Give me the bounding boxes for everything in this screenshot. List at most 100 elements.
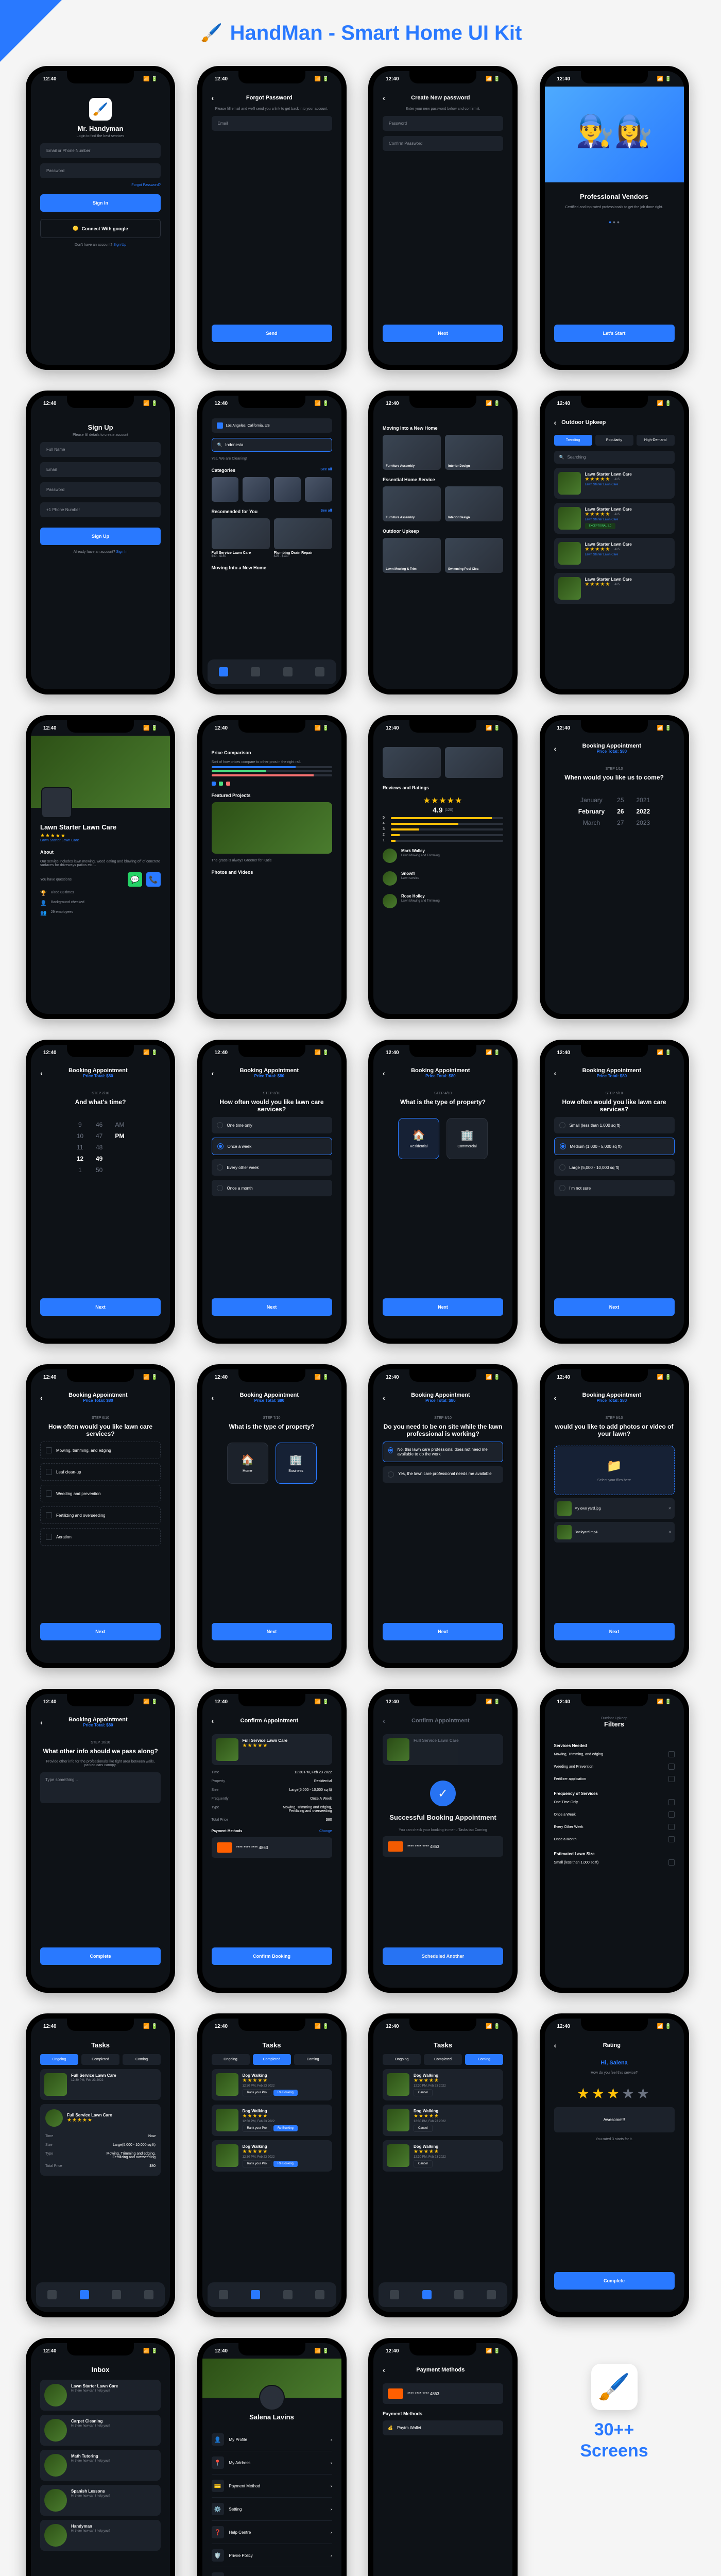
service-tile[interactable]: Furniture Assembly — [383, 435, 441, 470]
task-item[interactable]: Dog Walking★★★★★12:30 PM, Feb 23 2022Ran… — [212, 2069, 332, 2100]
tab-coming[interactable]: Coming — [123, 2054, 161, 2065]
tab-coming[interactable]: Coming — [465, 2054, 503, 2065]
back-button[interactable]: ‹ — [383, 1394, 385, 1402]
option-small[interactable]: Small (less than 1,000 sq ft) — [554, 1117, 675, 1133]
nav-tasks-icon[interactable] — [251, 667, 260, 676]
service-tile[interactable]: Interior Design — [445, 486, 503, 521]
option-medium[interactable]: Medium (1,000 - 5,000 sq ft) — [554, 1138, 675, 1155]
tab-high-demand[interactable]: High-Demand — [637, 435, 675, 446]
next-button[interactable]: Next — [554, 1298, 675, 1316]
signin-link[interactable]: Sign In — [116, 550, 128, 554]
date-picker[interactable]: JanuaryFebruaryMarch 252627 202120222023 — [554, 796, 675, 826]
next-button[interactable]: Next — [212, 1298, 332, 1316]
task-item[interactable]: Dog Walking★★★★★12:30 PM, Feb 23 2022Can… — [383, 2140, 503, 2172]
signup-link[interactable]: Sign Up — [113, 243, 126, 247]
option-yes[interactable]: Yes, the lawn care professional needs me… — [383, 1466, 503, 1483]
option-residential[interactable]: 🏠Residential — [398, 1118, 439, 1159]
search-input[interactable]: 🔍Searching — [554, 451, 675, 464]
nav-profile-icon[interactable] — [144, 2290, 153, 2299]
email-field[interactable]: Email — [40, 462, 161, 477]
provider-item[interactable]: Lawn Starter Lawn Care ★★★★★4.6 Lawn Sta… — [554, 503, 675, 534]
whatsapp-button[interactable]: 💬 — [128, 872, 142, 887]
menu-privacy[interactable]: 🛡️Privire Policy› — [212, 2544, 332, 2567]
upload-dropzone[interactable]: 📁 Select your files here — [554, 1446, 675, 1495]
chat-item[interactable]: Carpet CleaningHi there how can I help y… — [40, 2415, 161, 2446]
password-field[interactable]: Password — [383, 116, 503, 131]
change-link[interactable]: Change — [319, 1829, 332, 1833]
tab-ongoing[interactable]: Ongoing — [40, 2054, 78, 2065]
see-all-link[interactable]: See all — [320, 509, 332, 514]
filter-option[interactable]: Small (less than 1,000 sq ft) — [554, 1856, 675, 1869]
next-button[interactable]: Next — [40, 1298, 161, 1316]
back-button[interactable]: ‹ — [212, 1394, 214, 1402]
provider-item[interactable]: Lawn Starter Lawn Care ★★★★★4.6 — [554, 573, 675, 604]
tab-completed[interactable]: Completed — [253, 2054, 291, 2065]
filter-option[interactable]: One Time Only — [554, 1796, 675, 1808]
tab-popularity[interactable]: Popularity — [595, 435, 633, 446]
service-tile[interactable]: Swimming Pool Clea — [445, 538, 503, 573]
service-tile[interactable]: Furniture Assembly — [383, 486, 441, 521]
task-item[interactable]: Dog Walking★★★★★12:30 PM, Feb 23 2022Ran… — [212, 2140, 332, 2172]
option-no[interactable]: No, this lawn care professional does not… — [383, 1442, 503, 1462]
next-button[interactable]: Next — [383, 1298, 503, 1316]
chat-item[interactable]: Spanish LessonsHi there how can I help y… — [40, 2485, 161, 2516]
task-item[interactable]: Dog Walking★★★★★12:30 PM, Feb 23 2022Ran… — [212, 2105, 332, 2136]
option-aeration[interactable]: Aeration — [40, 1528, 161, 1546]
chat-item[interactable]: HandymanHi there how can I help you? — [40, 2520, 161, 2551]
category-tile[interactable] — [305, 477, 332, 502]
signin-button[interactable]: Sign In — [40, 194, 161, 212]
menu-signout[interactable]: ↪Sign Out› — [212, 2567, 332, 2576]
category-tile[interactable] — [212, 477, 239, 502]
complete-button[interactable]: Complete — [554, 2272, 675, 2290]
back-button[interactable]: ‹ — [40, 1069, 43, 1077]
chat-item[interactable]: Math TutoringHi there how can I help you… — [40, 2450, 161, 2481]
password-field[interactable]: Password — [40, 482, 161, 497]
schedule-another-button[interactable]: Scheduled Another — [383, 1947, 503, 1965]
back-button[interactable]: ‹ — [554, 2041, 557, 2049]
password-field[interactable]: Password — [40, 163, 161, 178]
confirm-password-field[interactable]: Confirm Password — [383, 136, 503, 151]
nav-profile-icon[interactable] — [315, 667, 324, 676]
complete-button[interactable]: Complete — [40, 1947, 161, 1965]
option-home[interactable]: 🏠Home — [227, 1443, 268, 1484]
remove-icon[interactable]: ✕ — [668, 1506, 672, 1511]
back-button[interactable]: ‹ — [40, 1394, 43, 1402]
phone-field[interactable]: +1 Phone Number — [40, 502, 161, 517]
credit-card[interactable]: **** **** **** 4863 — [212, 1837, 332, 1858]
remove-icon[interactable]: ✕ — [668, 1530, 672, 1534]
option-fertilize[interactable]: Fertilizing and overseeding — [40, 1506, 161, 1524]
filter-option[interactable]: Once a Month — [554, 1833, 675, 1845]
star-rating[interactable]: ★★★★★ — [554, 2085, 675, 2102]
next-button[interactable]: Next — [383, 325, 503, 342]
tab-completed[interactable]: Completed — [81, 2054, 119, 2065]
option-onetime[interactable]: One time only — [212, 1117, 332, 1133]
task-item[interactable]: Dog Walking★★★★★12:30 PM, Feb 23 2022Can… — [383, 2105, 503, 2136]
service-card[interactable]: Plumbing Drain Repair$25 - $130 — [274, 518, 332, 558]
filter-option[interactable]: Once a Week — [554, 1808, 675, 1821]
menu-settings[interactable]: ⚙️Setting› — [212, 2498, 332, 2521]
option-business[interactable]: 🏢Business — [276, 1443, 317, 1484]
tab-completed[interactable]: Completed — [424, 2054, 462, 2065]
option-monthly[interactable]: Once a month — [212, 1180, 332, 1196]
nav-home-icon[interactable] — [47, 2290, 57, 2299]
menu-payment[interactable]: 💳Payment Method› — [212, 2475, 332, 2498]
menu-help[interactable]: ❓Help Centre› — [212, 2521, 332, 2544]
next-button[interactable]: Next — [554, 1623, 675, 1640]
back-button[interactable]: ‹ — [383, 2366, 385, 2374]
option-biweekly[interactable]: Every other week — [212, 1159, 332, 1176]
comment-box[interactable]: Awesome!!! — [554, 2107, 675, 2132]
back-button[interactable]: ‹ — [40, 1718, 43, 1726]
search-input[interactable]: 🔍Indonesia — [212, 438, 332, 452]
category-tile[interactable] — [243, 477, 270, 502]
send-button[interactable]: Send — [212, 325, 332, 342]
back-button[interactable]: ‹ — [554, 744, 557, 753]
option-mowing[interactable]: Mowing, trimming, and edging — [40, 1442, 161, 1459]
tab-coming[interactable]: Coming — [294, 2054, 332, 2065]
provider-item[interactable]: Lawn Starter Lawn Care ★★★★★4.6 Lawn Sta… — [554, 538, 675, 569]
email-field[interactable]: Email — [212, 116, 332, 131]
time-picker[interactable]: 91011121 4647484950 AMPM — [40, 1121, 161, 1174]
provider-item[interactable]: Lawn Starter Lawn Care ★★★★★4.6 Lawn Sta… — [554, 468, 675, 499]
project-image[interactable] — [212, 802, 332, 854]
next-button[interactable]: Next — [383, 1623, 503, 1640]
nav-home-icon[interactable] — [219, 667, 228, 676]
